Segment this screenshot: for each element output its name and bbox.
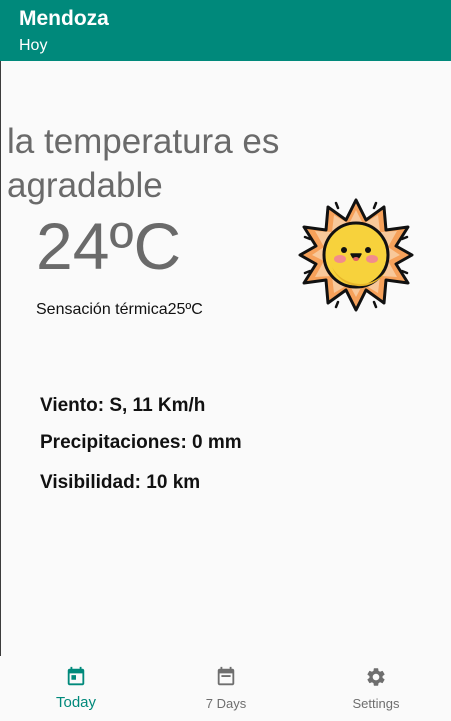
current-temperature: 24ºC (36, 209, 182, 283)
nav-label-today: Today (55, 694, 97, 711)
app-subtitle: Hoy (19, 37, 48, 54)
calendar-icon (217, 666, 235, 686)
sun-icon (298, 198, 414, 312)
feels-like-temperature: Sensación térmica25ºC (36, 301, 203, 318)
nav-item-settings[interactable]: Settings (301, 656, 451, 721)
nav-label-settings: Settings (352, 696, 400, 711)
calendar-today-icon (67, 666, 85, 686)
precipitation-detail: Precipitaciones: 0 mm (40, 432, 242, 453)
bottom-navigation: Today 7 Days Settings (0, 656, 451, 721)
nav-label-7-days: 7 Days (205, 696, 247, 711)
nav-item-7-days[interactable]: 7 Days (151, 656, 301, 721)
gear-icon (367, 668, 385, 686)
app-title: Mendoza (19, 7, 109, 30)
app-bar: Mendoza Hoy (0, 0, 451, 61)
weather-description: la temperatura es agradable (7, 122, 280, 205)
left-edge-divider (0, 61, 1, 721)
wind-detail: Viento: S, 11 Km/h (40, 395, 206, 416)
nav-item-today[interactable]: Today (1, 656, 151, 721)
visibility-detail: Visibilidad: 10 km (40, 472, 201, 493)
